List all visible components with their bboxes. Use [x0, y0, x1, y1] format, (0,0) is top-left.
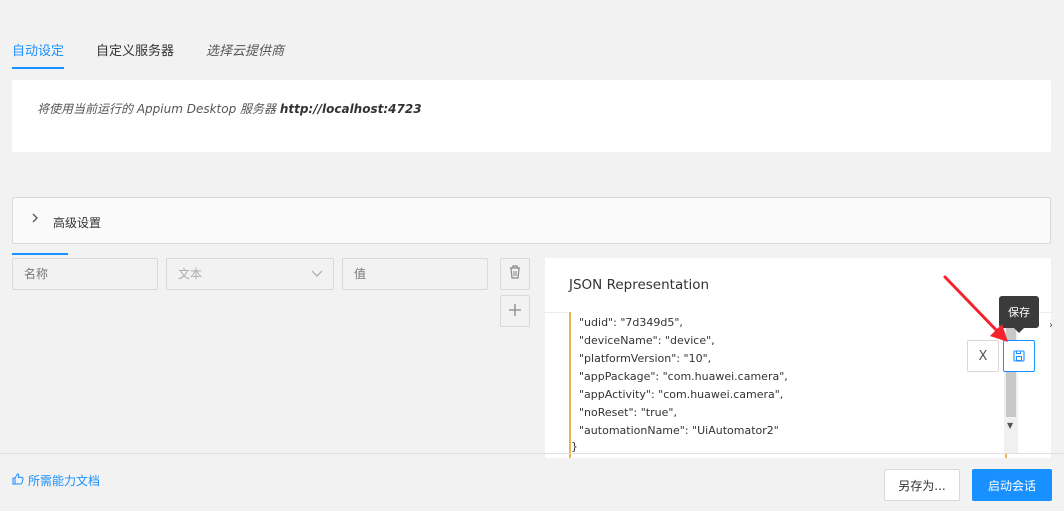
- capability-name-input[interactable]: [12, 258, 158, 290]
- server-info-panel: 将使用当前运行的 Appium Desktop 服务器 http://local…: [12, 80, 1051, 152]
- capability-row: 文本: [12, 258, 488, 290]
- start-session-button[interactable]: 启动会话: [972, 469, 1052, 501]
- json-line: "deviceName": "device",: [579, 334, 715, 347]
- server-url: http://localhost:4723: [279, 102, 422, 116]
- tab-bar: 自动设定 自定义服务器 选择云提供商: [12, 30, 284, 70]
- server-info-text: 将使用当前运行的 Appium Desktop 服务器 http://local…: [37, 100, 422, 117]
- add-capability-button[interactable]: [500, 295, 530, 327]
- overflow-marker: ›: [1049, 320, 1053, 331]
- chevron-down-icon: [311, 259, 323, 301]
- capability-type-select[interactable]: 文本: [166, 258, 334, 290]
- thumbs-up-icon: [12, 473, 24, 488]
- advanced-settings-label: 高级设置: [53, 216, 102, 230]
- red-arrow-annotation: [943, 275, 1008, 342]
- json-line: "appActivity": "com.huawei.camera",: [579, 388, 784, 401]
- trash-icon: [508, 264, 522, 284]
- doc-link-label: 所需能力文档: [28, 474, 101, 488]
- save-as-button[interactable]: 另存为...: [884, 469, 960, 501]
- tab-auto-setting[interactable]: 自动设定: [12, 30, 65, 69]
- plus-icon: [508, 302, 522, 321]
- json-line: "appPackage": "com.huawei.camera",: [579, 370, 788, 383]
- tab-custom-server[interactable]: 自定义服务器: [96, 30, 174, 69]
- chevron-right-icon: [31, 212, 39, 227]
- json-line: "udid": "7d349d5",: [579, 316, 683, 329]
- capability-type-value: 文本: [178, 267, 203, 281]
- capability-value-input[interactable]: [342, 258, 488, 290]
- advanced-settings-collapse[interactable]: 高级设置: [12, 197, 1051, 244]
- json-line: }: [571, 440, 578, 453]
- tab-cloud-provider[interactable]: 选择云提供商: [206, 30, 284, 69]
- json-line: "automationName": "UiAutomator2": [579, 424, 779, 437]
- json-panel-title: JSON Representation: [569, 277, 710, 293]
- capabilities-doc-link[interactable]: 所需能力文档: [12, 472, 100, 489]
- server-info-prefix: 将使用当前运行的 Appium Desktop 服务器: [37, 102, 280, 116]
- json-line: "platformVersion": "10",: [579, 352, 712, 365]
- scroll-down-arrow-icon[interactable]: ▼: [1007, 421, 1013, 430]
- active-indicator: [12, 253, 68, 255]
- json-line: "noReset": "true",: [579, 406, 677, 419]
- footer-divider: [0, 453, 1064, 454]
- delete-capability-button[interactable]: [500, 258, 530, 290]
